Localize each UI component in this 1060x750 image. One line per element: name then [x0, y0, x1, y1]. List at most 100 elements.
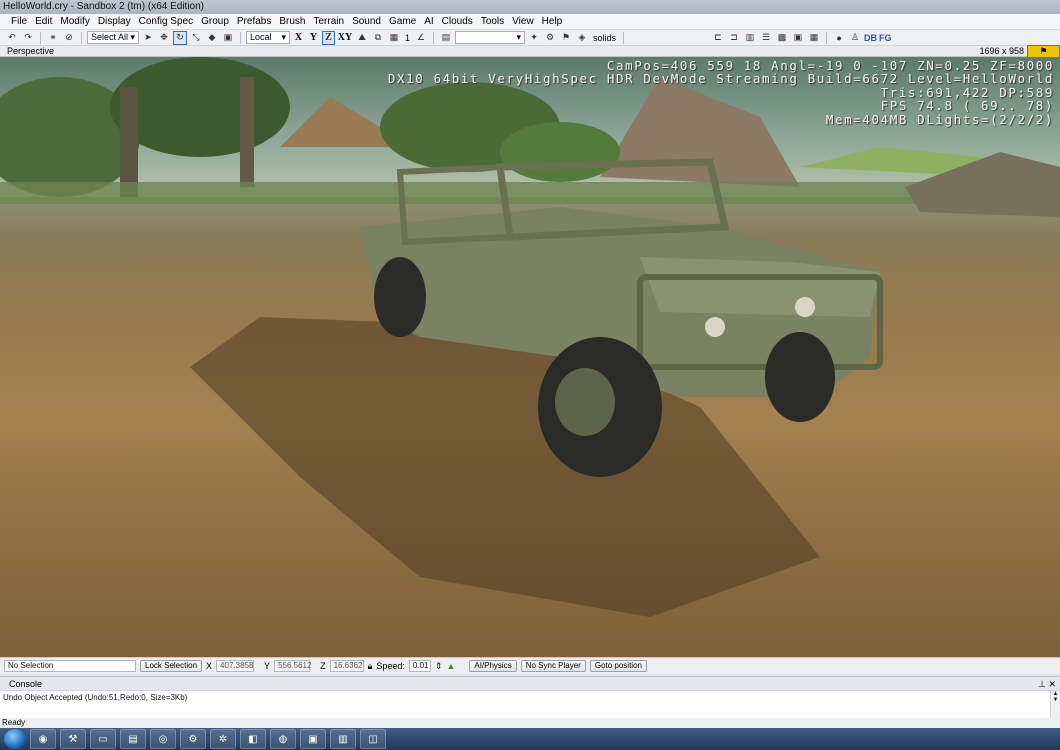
globe-icon[interactable]: ●	[832, 31, 846, 45]
console-log-line: Undo Object Accepted (Undo:51,Redo:0, Si…	[3, 693, 188, 702]
app-icon[interactable]: ◎	[150, 729, 176, 749]
browser-icon[interactable]: ◉	[30, 729, 56, 749]
goto-position-button[interactable]: Goto position	[589, 660, 647, 672]
menu-game[interactable]: Game	[385, 14, 420, 30]
menu-sound[interactable]: Sound	[348, 14, 385, 30]
object-snap-icon[interactable]: ⧉	[371, 31, 385, 45]
ai-icon[interactable]: ⚑	[559, 31, 573, 45]
coordinate-system-label: Local	[250, 32, 272, 42]
fg-button[interactable]: FG	[879, 33, 892, 43]
solids-icon[interactable]: ◈	[575, 31, 589, 45]
coordinate-system-dropdown[interactable]: Local ▾	[246, 31, 290, 44]
select-terrain-icon[interactable]: ◆	[205, 31, 219, 45]
database-icon[interactable]: ▩	[775, 31, 789, 45]
redo-icon[interactable]: ↷	[21, 31, 35, 45]
menu-terrain[interactable]: Terrain	[309, 14, 348, 30]
close-icon[interactable]: ✕	[1048, 679, 1056, 689]
y-coordinate-field[interactable]: 556.5612	[274, 660, 311, 672]
material-pick-icon[interactable]: ✦	[527, 31, 541, 45]
hud-line: Tris:691,422 DP:589	[880, 84, 1054, 100]
no-sync-player-button[interactable]: No Sync Player	[520, 660, 586, 672]
lock-icon[interactable]: 🔒︎	[368, 661, 373, 672]
terminal-icon[interactable]: ▤	[120, 729, 146, 749]
menu-clouds[interactable]: Clouds	[438, 14, 477, 30]
media-icon[interactable]: ▣	[791, 31, 805, 45]
console-title: Console	[9, 679, 43, 689]
sandbox-editor-icon[interactable]: ▥	[330, 729, 356, 749]
speed-field[interactable]: 0.01	[408, 660, 431, 672]
axis-x-button[interactable]: X	[292, 32, 305, 43]
select-all-dropdown[interactable]: Select All ▾	[87, 31, 139, 44]
speed-label: Speed:	[376, 661, 405, 671]
app-icon[interactable]: ◧	[240, 729, 266, 749]
menu-display[interactable]: Display	[94, 14, 135, 30]
viewport-title[interactable]: Perspective	[7, 46, 54, 56]
menu-modify[interactable]: Modify	[56, 14, 93, 30]
layer-icon[interactable]: ▤	[439, 31, 453, 45]
app-icon[interactable]: ⚒	[60, 729, 86, 749]
os-taskbar: ◉ ⚒ ▭ ▤ ◎ ⚙ ✲ ◧ ◍ ▣ ▥ ◫	[0, 728, 1060, 750]
window-title-bar: HelloWorld.cry - Sandbox 2 (tm) (x64 Edi…	[0, 0, 1060, 14]
terrain-snap-icon[interactable]: ⛰	[355, 31, 369, 45]
console-controls: ⊥ ✕	[1038, 677, 1056, 691]
main-toolbar: ↶ ↷ ⚭ ⊘ Select All ▾ ➤ ✥ ↻ ⤡ ◆ ▣ Local ▾…	[0, 30, 1060, 46]
menu-group[interactable]: Group	[197, 14, 233, 30]
angle-snap-icon[interactable]: ∠	[414, 31, 428, 45]
toolbar-divider	[240, 31, 241, 44]
app-icon[interactable]: ✲	[210, 729, 236, 749]
vehicle-headlight	[795, 297, 815, 317]
grid-icon[interactable]: ▦	[387, 31, 401, 45]
viewport-3d[interactable]: CamPos=406 559 18 Angl=-19 0 -107 ZN=0.2…	[0, 57, 1060, 657]
move-icon[interactable]: ✥	[157, 31, 171, 45]
x-coordinate-field[interactable]: 407.3858	[216, 660, 255, 672]
axis-z-button[interactable]: Z	[322, 30, 335, 45]
solids-label[interactable]: solids	[591, 33, 618, 43]
physics-icon[interactable]: ⚙	[543, 31, 557, 45]
start-button-icon[interactable]	[4, 729, 26, 749]
folder-icon[interactable]: ▭	[90, 729, 116, 749]
lock-selection-button[interactable]: Lock Selection	[140, 660, 203, 672]
axis-xy-button[interactable]: XY	[337, 32, 353, 43]
list-icon[interactable]: ☰	[759, 31, 773, 45]
character-icon[interactable]: ♙	[848, 31, 862, 45]
speed-stepper-icon[interactable]: ⇕	[435, 661, 443, 672]
z-coordinate-field[interactable]: 16.6362	[329, 660, 364, 672]
table-icon[interactable]: ▥	[743, 31, 757, 45]
menu-help[interactable]: Help	[538, 14, 567, 30]
menu-tools[interactable]: Tools	[477, 14, 508, 30]
steam-icon[interactable]: ⚙	[180, 729, 206, 749]
db-button[interactable]: DB	[864, 33, 877, 43]
app-icon[interactable]: ◍	[270, 729, 296, 749]
terrain-follow-icon[interactable]: ▲	[446, 661, 455, 671]
align-right-icon[interactable]: ⊐	[727, 31, 741, 45]
app-icon[interactable]: ▣	[300, 729, 326, 749]
align-left-icon[interactable]: ⊏	[711, 31, 725, 45]
console-output[interactable]: Undo Object Accepted (Undo:51,Redo:0, Si…	[0, 690, 1060, 719]
rotate-icon[interactable]: ↻	[173, 30, 187, 45]
debug-hud: CamPos=406 559 18 Angl=-19 0 -107 ZN=0.2…	[388, 59, 1054, 126]
app-icon[interactable]: ◫	[360, 729, 386, 749]
menu-ai[interactable]: AI	[420, 14, 437, 30]
pin-icon[interactable]: ⊥	[1038, 679, 1046, 689]
unlink-icon[interactable]: ⊘	[62, 31, 76, 45]
menu-prefabs[interactable]: Prefabs	[233, 14, 275, 30]
menu-config-spec[interactable]: Config Spec	[135, 14, 197, 30]
hud-line: CamPos=406 559 18 Angl=-19 0 -107 ZN=0.2…	[606, 58, 1054, 73]
tree-foliage	[500, 122, 620, 182]
ai-physics-button[interactable]: AI/Physics	[469, 660, 517, 672]
menu-edit[interactable]: Edit	[31, 14, 56, 30]
toolbar-divider	[433, 31, 435, 44]
axis-y-button[interactable]: Y	[307, 32, 320, 43]
menu-view[interactable]: View	[508, 14, 538, 30]
menu-brush[interactable]: Brush	[275, 14, 309, 30]
undo-icon[interactable]: ↶	[5, 31, 19, 45]
console-scrollbar[interactable]: ▲ ▼	[1050, 691, 1060, 719]
layer-dropdown[interactable]: ▾	[455, 31, 526, 44]
menu-file[interactable]: File	[7, 14, 31, 30]
select-cursor-icon[interactable]: ➤	[141, 31, 155, 45]
camera-icon[interactable]: ▦	[807, 31, 821, 45]
grid-size-value[interactable]: 1	[403, 33, 412, 43]
select-region-icon[interactable]: ▣	[221, 31, 235, 45]
link-icon[interactable]: ⚭	[46, 31, 60, 45]
scale-icon[interactable]: ⤡	[189, 31, 203, 45]
